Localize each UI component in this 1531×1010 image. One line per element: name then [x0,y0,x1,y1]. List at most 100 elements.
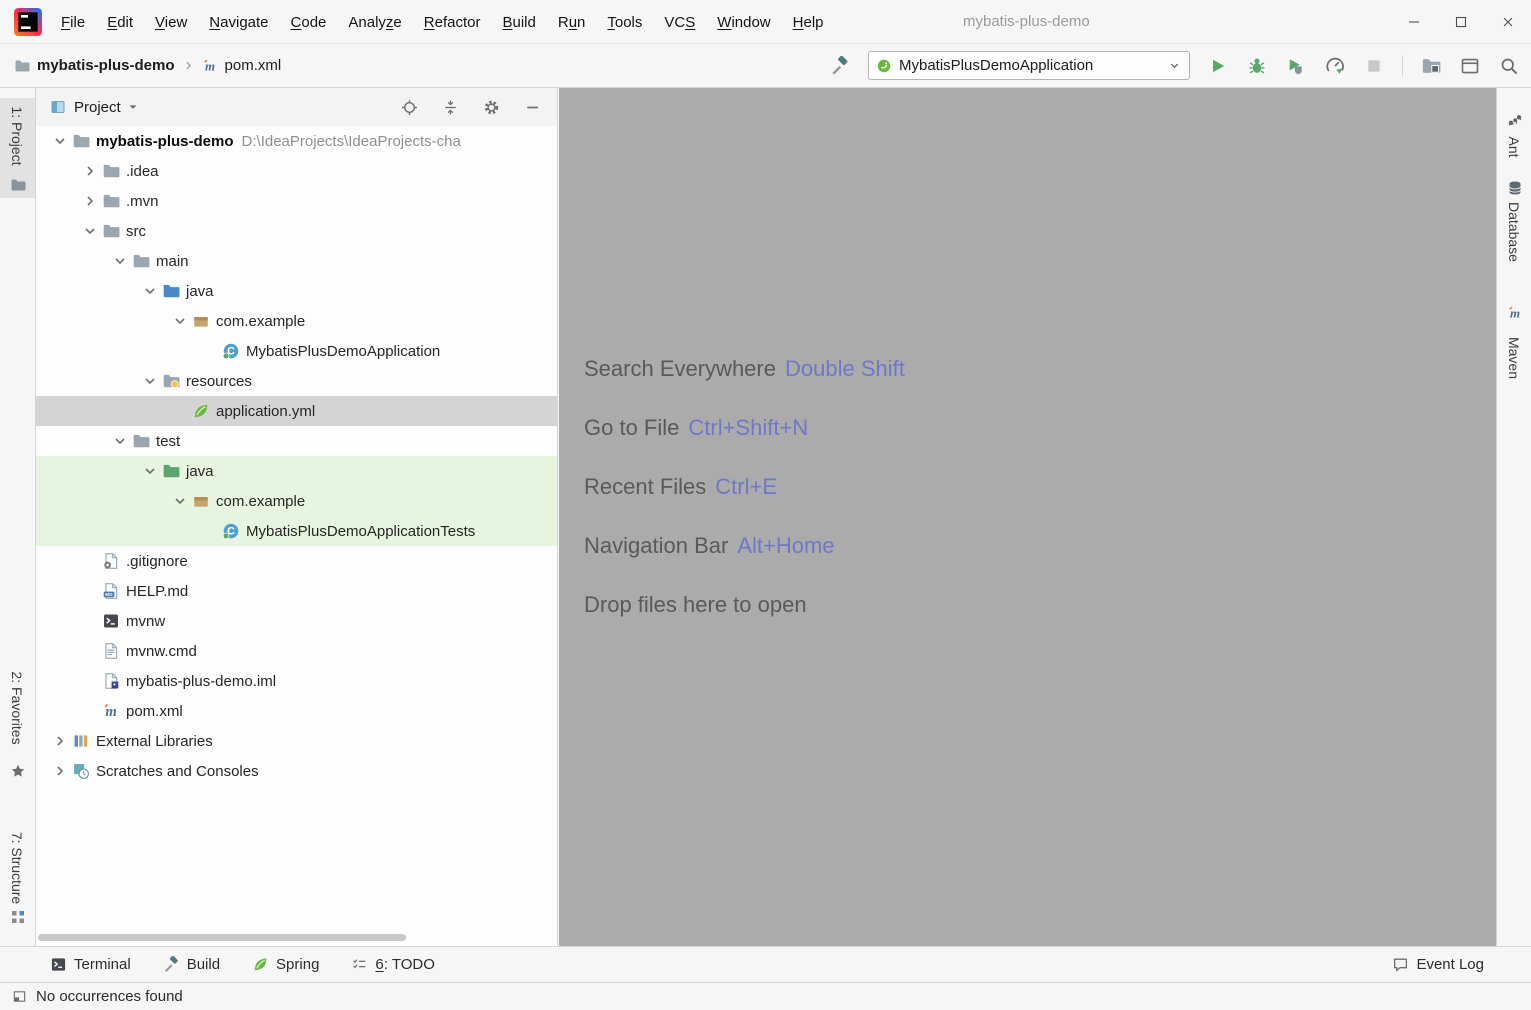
chevron-down-icon[interactable] [138,283,162,299]
chevron-down-icon[interactable] [78,223,102,239]
ant-icon[interactable] [1507,112,1523,128]
chevron-down-icon[interactable] [108,433,132,449]
collapse-all-icon[interactable] [442,99,459,116]
tree-item-application-class[interactable]: MybatisPlusDemoApplication [36,336,557,366]
settings-gear-icon[interactable] [483,99,500,116]
locate-file-icon[interactable] [401,99,418,116]
run-button[interactable] [1207,55,1229,77]
stripe-button-favorites[interactable]: 2: Favorites [9,671,25,744]
markdown-file-icon [102,582,120,600]
stop-button[interactable] [1363,55,1385,77]
bottom-toolwindow-bar: Terminal Build Spring 6: TODO [0,946,1531,982]
tree-item-com-example-main[interactable]: com.example [36,306,557,336]
breadcrumb-project[interactable]: mybatis-plus-demo [37,57,175,74]
panel-actions [401,99,557,116]
stripe-button-ant[interactable]: Ant [1506,136,1522,157]
gitignore-file-icon [102,552,120,570]
chevron-right-icon[interactable] [78,193,102,209]
toolwindow-toggle-icon[interactable] [12,989,27,1004]
tree-item-main[interactable]: main [36,246,557,276]
tree-item-help-md[interactable]: HELP.md [36,576,557,606]
chevron-right-icon[interactable] [48,733,72,749]
menu-navigate[interactable]: Navigate [198,14,279,31]
chevron-down-icon[interactable] [48,133,72,149]
tree-item-mvnw-cmd[interactable]: mvnw.cmd [36,636,557,666]
test-root-icon [162,462,180,480]
structure-icon[interactable] [10,909,26,925]
tree-item-src[interactable]: src [36,216,557,246]
menu-vcs[interactable]: VCS [653,14,706,31]
chevron-down-icon[interactable] [168,493,192,509]
chevron-down-icon[interactable] [138,463,162,479]
window-title: mybatis-plus-demo [963,0,1090,44]
tree-item-com-example-test[interactable]: com.example [36,486,557,516]
run-with-coverage-button[interactable] [1285,55,1307,77]
menu-refactor[interactable]: Refactor [413,14,492,31]
menu-help[interactable]: Help [782,14,835,31]
search-everywhere-icon[interactable] [1498,55,1520,77]
chevron-down-icon[interactable] [138,373,162,389]
database-icon[interactable] [1507,180,1523,196]
menu-analyze[interactable]: Analyze [337,14,412,31]
favorites-star-icon[interactable] [10,763,26,779]
hint-search-everywhere: Search EverywhereDouble Shift [584,357,905,381]
package-icon [192,312,210,330]
menu-window[interactable]: Window [706,14,781,31]
toolwindow-button-spring[interactable]: Spring [252,956,319,973]
maximize-button[interactable] [1437,0,1484,44]
menu-edit[interactable]: Edit [96,14,144,31]
tree-item-mvn[interactable]: .mvn [36,186,557,216]
tree-item-external-libraries[interactable]: External Libraries [36,726,557,756]
chevron-down-icon[interactable] [168,313,192,329]
tree-item-tests-class[interactable]: MybatisPlus​DemoApplicationTests [36,516,557,546]
stripe-button-database[interactable]: Database [1506,202,1522,262]
project-structure-icon[interactable] [1420,55,1442,77]
stripe-button-project[interactable]: 1: Project [9,106,25,165]
tree-indent [198,343,222,359]
menu-tools[interactable]: Tools [596,14,653,31]
menu-code[interactable]: Code [280,14,338,31]
tree-item-pom-xml[interactable]: pom.xml [36,696,557,726]
resources-root-icon [162,372,180,390]
profiler-button[interactable] [1324,55,1346,77]
run-config-select[interactable]: MybatisPlusDemoApplication [868,51,1190,80]
debug-button[interactable] [1246,55,1268,77]
toolwindow-button-todo[interactable]: 6: TODO [351,956,434,973]
toolwindow-button-build[interactable]: Build [163,956,220,973]
stripe-button-structure[interactable]: 7: Structure [9,832,25,904]
minimize-button[interactable] [1390,0,1437,44]
toolwindow-layout-icon[interactable] [1459,55,1481,77]
tree-item-application-yml[interactable]: application.yml [36,396,557,426]
hide-panel-icon[interactable] [524,99,541,116]
tree-item-resources[interactable]: resources [36,366,557,396]
menu-build[interactable]: Build [491,14,546,31]
project-toolwindow-icon[interactable] [10,177,26,193]
toolwindow-button-event-log[interactable]: Event Log [1392,946,1484,982]
tree-item-project-root[interactable]: mybatis-plus-demo D:\IdeaProjects\IdeaPr… [36,126,557,156]
maven-icon[interactable] [1507,305,1523,321]
tree-item-gitignore[interactable]: .gitignore [36,546,557,576]
breadcrumb-file[interactable]: pom.xml [225,57,282,74]
horizontal-scrollbar[interactable] [38,934,406,941]
chevron-down-icon[interactable] [108,253,132,269]
menu-run[interactable]: Run [547,14,597,31]
tree-item-iml[interactable]: mybatis-plus-demo.iml [36,666,557,696]
tree-item-test[interactable]: test [36,426,557,456]
tree-item-mvnw[interactable]: mvnw [36,606,557,636]
tree-indent [78,613,102,629]
tree-item-java-test[interactable]: java [36,456,557,486]
build-hammer-icon[interactable] [829,55,851,77]
tree-item-idea[interactable]: .idea [36,156,557,186]
chevron-right-icon[interactable] [78,163,102,179]
view-selector-arrow-icon[interactable] [126,100,140,114]
menu-view[interactable]: View [144,14,198,31]
sources-root-icon [162,282,180,300]
tree-item-scratches[interactable]: Scratches and Consoles [36,756,557,786]
terminal-icon [50,956,67,973]
tree-item-java-main[interactable]: java [36,276,557,306]
close-button[interactable] [1484,0,1531,44]
toolwindow-button-terminal[interactable]: Terminal [50,956,131,973]
stripe-button-maven[interactable]: Maven [1506,337,1522,379]
chevron-right-icon[interactable] [48,763,72,779]
menu-file[interactable]: File [50,14,96,31]
